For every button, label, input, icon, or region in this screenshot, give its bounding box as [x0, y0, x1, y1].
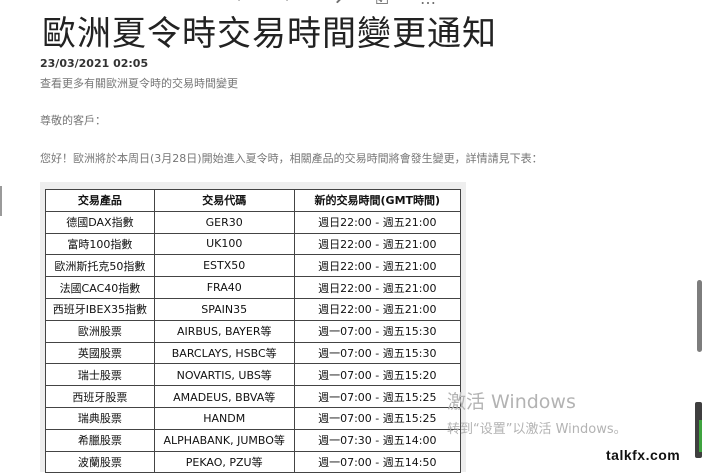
column-header-code: 交易代碼 — [153, 189, 295, 212]
cell-code: NOVARTIS, UBS等 — [153, 363, 295, 387]
scrollbar-thumb[interactable] — [697, 280, 702, 352]
notice-body-text: 您好！歐洲將於本周日(3月28日)開始進入夏令時，相關產品的交易時間將會發生變更… — [40, 152, 543, 165]
cell-product: 瑞士股票 — [45, 363, 155, 387]
table-header-row: 交易產品 交易代碼 新的交易時間(GMT時間) — [45, 189, 462, 212]
table-row: 德國DAX指數 GER30 週日22:00 - 週五21:00 — [45, 210, 462, 234]
cell-product: 歐洲斯托克50指數 — [45, 254, 155, 278]
table-row: 英國股票 BARCLAYS, HSBC等 週一07:00 - 週五15:30 — [45, 341, 462, 365]
table-row: 瑞士股票 NOVARTIS, UBS等 週一07:00 - 週五15:20 — [45, 363, 462, 387]
table-row: 法國CAC40指數 FRA40 週日22:00 - 週五21:00 — [45, 276, 462, 299]
table-row: 波蘭股票 PEKAO, PZU等 週一07:00 - 週五14:50 — [45, 450, 462, 473]
cell-code: PEKAO, PZU等 — [153, 450, 295, 473]
cell-product: 法國CAC40指數 — [45, 276, 155, 299]
cell-hours: 週日22:00 - 週五21:00 — [293, 232, 462, 256]
table-row: 歐洲股票 AIRBUS, BAYER等 週一07:00 - 週五15:30 — [45, 319, 462, 343]
scroll-indicator — [699, 420, 702, 452]
greeting-text: 尊敬的客戶： — [40, 114, 106, 127]
cell-hours: 週日22:00 - 週五21:00 — [293, 276, 462, 299]
cell-code: GER30 — [153, 210, 295, 234]
table-row: 西班牙IBEX35指數 SPAIN35 週日22:00 - 週五21:00 — [45, 297, 462, 321]
table-body: 德國DAX指數 GER30 週日22:00 - 週五21:00 富時100指數 UK10… — [45, 210, 462, 473]
cell-hours: 週日22:00 - 週五21:00 — [293, 210, 462, 234]
cell-code: UK100 — [153, 232, 295, 256]
site-logo: talkfx.com — [606, 447, 681, 463]
cell-product: 希臘股票 — [45, 428, 155, 452]
table-row: 西班牙股票 AMADEUS, BBVA等 週一07:00 - 週五15:25 — [45, 385, 462, 408]
cell-hours: 週日22:00 - 週五21:00 — [293, 254, 462, 278]
cell-code: BARCLAYS, HSBC等 — [153, 341, 295, 365]
cell-hours: 週一07:00 - 週五14:50 — [293, 450, 462, 473]
column-header-product: 交易產品 — [45, 189, 155, 212]
column-header-hours: 新的交易時間(GMT時間) — [293, 189, 462, 212]
more-info-link[interactable]: 查看更多有關歐洲夏令時的交易時間變更 — [40, 75, 238, 91]
table-row: 希臘股票 ALPHABANK, JUMBO等 週一07:30 - 週五14:00 — [45, 428, 462, 452]
table-row: 歐洲斯托克50指數 ESTX50 週日22:00 - 週五21:00 — [45, 254, 462, 278]
cell-product: 波蘭股票 — [45, 450, 155, 473]
cell-product: 富時100指數 — [45, 232, 155, 256]
cell-product: 英國股票 — [45, 341, 155, 365]
trading-hours-table: 交易產品 交易代碼 新的交易時間(GMT時間) 德國DAX指數 GER30 週日22… — [45, 189, 462, 473]
cell-hours: 週一07:00 - 週五15:25 — [293, 406, 462, 430]
table-row: 富時100指數 UK100 週日22:00 - 週五21:00 — [45, 232, 462, 256]
cell-code: AIRBUS, BAYER等 — [153, 319, 295, 343]
cell-product: 西班牙IBEX35指數 — [45, 297, 155, 321]
cell-product: 歐洲股票 — [45, 319, 155, 343]
cell-product: 德國DAX指數 — [45, 210, 155, 234]
cell-code: AMADEUS, BBVA等 — [153, 385, 295, 408]
cell-product: 瑞典股票 — [45, 406, 155, 430]
cell-code: HANDM — [153, 406, 295, 430]
watermark-title: 激活 Windows — [447, 391, 576, 413]
cell-code: ESTX50 — [153, 254, 295, 278]
table-row: 瑞典股票 HANDM 週一07:00 - 週五15:25 — [45, 406, 462, 430]
trading-hours-table-container: 交易產品 交易代碼 新的交易時間(GMT時間) 德國DAX指數 GER30 週日22… — [40, 182, 466, 473]
page-title: 歐洲夏令時交易時間變更通知 — [42, 14, 497, 54]
left-edge-divider — [0, 186, 2, 216]
cell-hours: 週一07:30 - 週五14:00 — [293, 428, 462, 452]
cell-code: ALPHABANK, JUMBO等 — [153, 428, 295, 452]
windows-activation-watermark: 激活 Windows 转到“设置”以激活 Windows。 — [447, 387, 627, 437]
watermark-subtitle: 转到“设置”以激活 Windows。 — [447, 422, 627, 437]
cell-hours: 週一07:00 - 週五15:20 — [293, 363, 462, 387]
cell-product: 西班牙股票 — [45, 385, 155, 408]
cell-hours: 週一07:00 - 週五15:30 — [293, 341, 462, 365]
cell-hours: 週日22:00 - 週五21:00 — [293, 297, 462, 321]
post-date: 23/03/2021 02:05 — [40, 57, 149, 70]
cell-code: SPAIN35 — [153, 297, 295, 321]
cell-hours: 週一07:00 - 週五15:25 — [293, 385, 462, 408]
cell-code: FRA40 — [153, 276, 295, 299]
cell-hours: 週一07:00 - 週五15:30 — [293, 319, 462, 343]
